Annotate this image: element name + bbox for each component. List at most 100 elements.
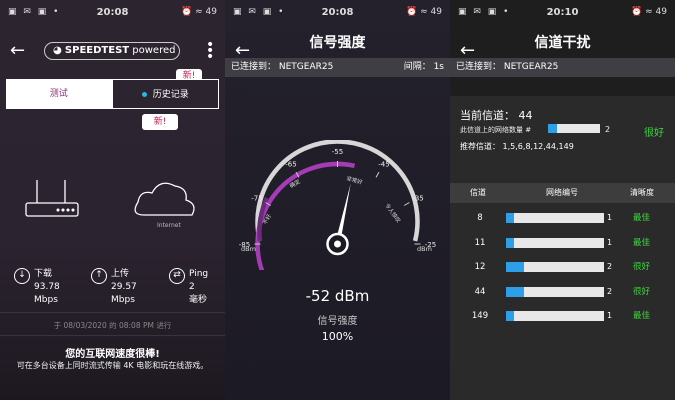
row-channel: 11 [474, 238, 486, 248]
network-diagram [25, 180, 195, 217]
gauge-tick-label: -45 [378, 160, 389, 168]
download-unit: Mbps [34, 295, 58, 305]
col-channel: 信道 [470, 188, 486, 197]
current-quality: 很好 [644, 128, 664, 139]
back-arrow-icon[interactable]: ← [10, 40, 30, 61]
page-title: 信道干扰 [534, 35, 591, 51]
internet-label: Internet [157, 222, 181, 229]
connected-network: 已连接到： NETGEAR25 [456, 62, 559, 72]
channel-interference-panel: ▣ ✉ ▣ • 20:10 ⏰ ≈ 49 ← 信道干扰 已连接到： NETGEA… [450, 0, 675, 400]
interval-label: 间隔： 1s [403, 62, 444, 72]
result-title: 您的互联网速度很棒! [65, 349, 160, 360]
status-bar: ▣ ✉ ▣ • 20:08 ⏰ ≈ 49 [225, 0, 450, 24]
upload-value: 29.57 [111, 282, 137, 292]
upload-unit: Mbps [111, 295, 135, 305]
row-quality: 最佳 [633, 238, 651, 248]
signal-label: 信号强度 [317, 316, 358, 327]
row-channel: 12 [474, 262, 486, 272]
gauge-unit-right: dBm [417, 245, 432, 253]
network-count-row: 此信道上的网络数量 # 2 [460, 124, 610, 135]
row-bar [506, 262, 604, 272]
recommended-channels: 推荐信道： 1,5,6,8,12,44,149 [460, 142, 574, 151]
row-count: 1 [607, 213, 613, 222]
status-icons-right: ⏰ ≈ 49 [631, 7, 667, 17]
page-title: 信号强度 [309, 35, 366, 51]
tab-test[interactable]: 测试 [6, 79, 112, 109]
status-icons-right: ⏰ ≈ 49 [181, 7, 217, 17]
connection-bar: 已连接到： NETGEAR25 间隔： 1s [225, 58, 450, 77]
upload-metric: ↑ 上传 29.57 Mbps [91, 268, 137, 307]
speedtest-powered: powered [132, 45, 176, 56]
row-count: 2 [607, 287, 613, 296]
gauge-zone-label: 非常好 [345, 174, 363, 186]
gauge-tick-label: -35 [412, 195, 423, 203]
gauge-tick [375, 171, 380, 178]
current-channel: 当前信道： 44 [460, 109, 533, 122]
row-bar [506, 213, 604, 223]
connected-network: 已连接到： NETGEAR25 [231, 62, 334, 72]
upload-arrow-icon: ↑ [91, 268, 107, 284]
download-value: 93.78 [34, 282, 60, 292]
table-row: 12 2 很好 [450, 260, 675, 274]
ping-icon: ⇄ [169, 268, 185, 284]
row-count: 1 [607, 238, 613, 247]
status-bar: ▣ ✉ ▣ • 20:08 ⏰ ≈ 49 [0, 0, 225, 24]
row-channel: 8 [477, 213, 483, 223]
ping-unit: 毫秒 [189, 295, 208, 305]
table-row: 8 1 最佳 [450, 211, 675, 225]
network-count-value: 2 [605, 125, 611, 134]
row-bar-fill [506, 262, 524, 272]
row-channel: 44 [474, 287, 486, 297]
status-icons-right: ⏰ ≈ 49 [406, 7, 442, 17]
gauge-zone-label: 令人惊叹 [383, 202, 402, 225]
result-subtitle: 可在多台设备上同时流式传输 4K 电影和玩在线游戏。 [16, 361, 209, 370]
network-count-bar-fill [548, 124, 558, 133]
col-clarity: 清晰度 [630, 188, 654, 197]
ping-value: 2 [189, 282, 195, 292]
table-row: 11 1 最佳 [450, 236, 675, 250]
cloud-icon [134, 182, 195, 216]
speedtest-gauge-icon: ◕ [53, 45, 62, 56]
ping-metric: ⇄ Ping 2 毫秒 [169, 268, 209, 307]
divider [0, 335, 225, 336]
speedtest-logo: ◕ SPEEDTEST powered [44, 42, 180, 60]
row-quality: 最佳 [633, 311, 651, 321]
router-icon [25, 180, 79, 217]
download-metric: ↓ 下载 93.78 Mbps [14, 268, 60, 307]
network-count-bar [548, 124, 600, 133]
test-timestamp: 于 08/03/2020 的 08:08 PM 进行 [53, 321, 172, 330]
tab-bar: 测试 历史记录 [6, 79, 219, 109]
new-badge-history: 新! [142, 114, 178, 130]
gauge-tick-label: -75 [251, 195, 262, 203]
col-network-id: 网络编号 [546, 188, 578, 197]
row-quality: 最佳 [633, 213, 651, 223]
row-quality: 很好 [633, 262, 651, 272]
network-count-label: 此信道上的网络数量 # [460, 126, 532, 134]
gauge-tick-label: -55 [332, 148, 343, 156]
download-arrow-icon: ↓ [14, 268, 30, 284]
notification-dot-icon [141, 92, 147, 97]
signal-gauge: -95-85-75-65-55-45-35-25-17 不好 确定 非常好 令人… [239, 140, 436, 270]
row-bar [506, 238, 604, 248]
row-count: 2 [607, 262, 613, 271]
row-count: 1 [607, 311, 613, 320]
ping-label: Ping [189, 269, 209, 279]
table-row: 149 1 最佳 [450, 309, 675, 323]
tab-history-label: 历史记录 [152, 90, 189, 100]
tab-history[interactable]: 历史记录 [111, 79, 219, 109]
gauge-unit-left: dBm [241, 245, 256, 253]
signal-value: -52 dBm [305, 287, 370, 305]
gauge-tick-label: -65 [285, 160, 296, 168]
more-menu-icon[interactable]: • • • [206, 38, 214, 64]
speedtest-panel: ▣ ✉ ▣ • 20:08 ⏰ ≈ 49 ← ◕ SPEEDTEST power… [0, 0, 225, 400]
table-row: 44 2 很好 [450, 285, 675, 299]
gauge-hub-center [334, 240, 341, 248]
signal-strength-panel: ▣ ✉ ▣ • 20:08 ⏰ ≈ 49 ← 信号强度 已连接到： NETGEA… [225, 0, 450, 400]
gauge-tick [403, 202, 410, 206]
row-bar-fill [506, 238, 514, 248]
row-bar-fill [506, 213, 514, 223]
signal-percent: 100% [321, 330, 354, 343]
upload-label: 上传 [111, 269, 130, 279]
row-bar-fill [506, 287, 524, 297]
row-bar [506, 311, 604, 321]
